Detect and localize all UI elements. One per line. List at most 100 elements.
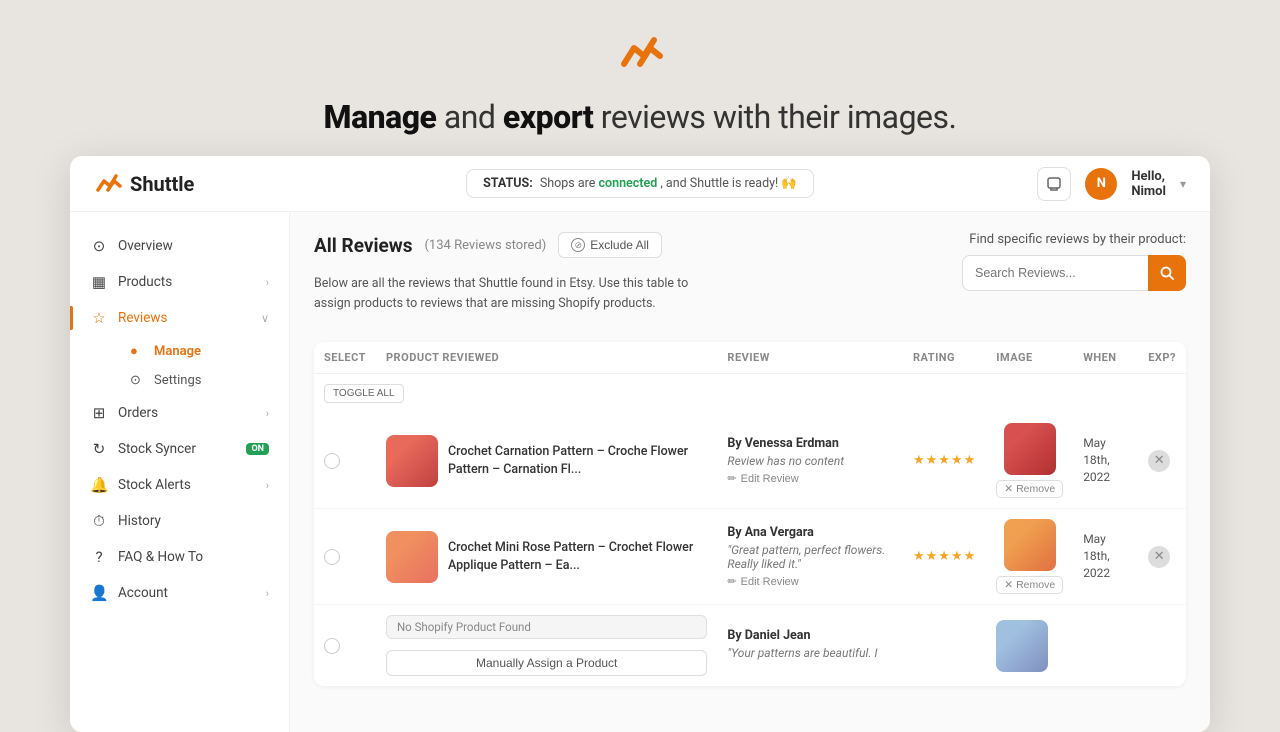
main-content: All Reviews (134 Reviews stored) ⊘ Exclu… (290, 212, 1210, 732)
sidebar-item-products[interactable]: ▦ Products › (70, 264, 289, 300)
sidebar-item-stock-syncer[interactable]: ↻ Stock Syncer ON (70, 431, 289, 467)
sidebar-label-reviews: Reviews (118, 310, 251, 326)
notification-icon (1046, 176, 1062, 192)
row3-exp (1138, 605, 1186, 687)
reviews-sub-menu: ● Manage ⊙ Settings (70, 336, 289, 395)
sidebar-label-history: History (118, 513, 269, 529)
sidebar-subitem-manage[interactable]: ● Manage (118, 336, 289, 366)
search-input[interactable] (962, 255, 1148, 291)
reviewer-1: By Venessa Erdman (727, 436, 893, 451)
reviews-header-left: All Reviews (134 Reviews stored) ⊘ Exclu… (314, 232, 714, 332)
header-logo: Shuttle (94, 170, 194, 198)
account-icon: 👤 (90, 584, 108, 602)
row2-product: Crochet Mini Rose Pattern – Crochet Flow… (376, 509, 717, 605)
radio-select-3[interactable] (324, 638, 340, 654)
sidebar-item-faq[interactable]: ? FAQ & How To (70, 539, 289, 575)
image-cell-2: ✕ Remove (996, 519, 1063, 594)
product-image-1 (386, 435, 438, 487)
search-area: Find specific reviews by their product: (962, 232, 1186, 291)
user-menu-chevron[interactable]: ▾ (1180, 177, 1186, 191)
reviews-header: All Reviews (134 Reviews stored) ⊘ Exclu… (314, 232, 714, 258)
radio-select-2[interactable] (324, 549, 340, 565)
image-cell-1: ✕ Remove (996, 423, 1063, 498)
row1-exp: ✕ (1138, 413, 1186, 509)
remove-x-icon-2: ✕ (1004, 579, 1013, 591)
row2-review: By Ana Vergara "Great pattern, perfect f… (717, 509, 903, 605)
image-thumb-1 (1004, 423, 1056, 475)
edit-pencil-icon-2: ✏ (727, 575, 736, 588)
sidebar-item-stock-alerts[interactable]: 🔔 Stock Alerts › (70, 467, 289, 503)
row2-image: ✕ Remove (986, 509, 1073, 605)
remove-circle-2[interactable]: ✕ (1148, 546, 1170, 568)
edit-review-button-1[interactable]: ✏ Edit Review (727, 472, 798, 485)
products-chevron: › (266, 276, 269, 289)
product-name-2: Crochet Mini Rose Pattern – Crochet Flow… (448, 539, 707, 574)
product-image-2 (386, 531, 438, 583)
image-thumb-3 (996, 620, 1048, 672)
sidebar-item-overview[interactable]: ⊙ Overview (70, 228, 289, 264)
remove-circle-1[interactable]: ✕ (1148, 450, 1170, 472)
shuttle-logo-icon (94, 170, 122, 198)
user-avatar: N (1085, 168, 1117, 200)
when-1: May 18th,2022 (1083, 435, 1128, 485)
orders-icon: ⊞ (90, 404, 108, 422)
review-text-3: "Your patterns are beautiful. I (727, 646, 893, 660)
sidebar-label-stock-syncer: Stock Syncer (118, 441, 232, 457)
toggle-all-cell: TOGGLE ALL (314, 374, 1186, 414)
row1-review: By Venessa Erdman Review has no content … (717, 413, 903, 509)
assign-product-button[interactable]: Manually Assign a Product (386, 650, 707, 676)
settings-icon: ⊙ (130, 373, 146, 388)
active-indicator (70, 306, 73, 330)
sidebar-item-account[interactable]: 👤 Account › (70, 575, 289, 611)
remove-image-button-2[interactable]: ✕ Remove (996, 576, 1063, 594)
row3-select (314, 605, 376, 687)
reviewer-3: By Daniel Jean (727, 628, 893, 643)
remove-image-button-1[interactable]: ✕ Remove (996, 480, 1063, 498)
sidebar-label-faq: FAQ & How To (118, 549, 269, 565)
app-window: Shuttle STATUS: Shops are connected , an… (70, 156, 1210, 732)
col-exp: EXP? (1138, 342, 1186, 374)
exclude-all-button[interactable]: ⊘ Exclude All (558, 232, 662, 258)
settings-label: Settings (154, 373, 201, 388)
col-select: SELECT (314, 342, 376, 374)
when-2: May 18th,2022 (1083, 531, 1128, 581)
app-body: ⊙ Overview ▦ Products › ☆ Reviews ∨ ● Ma… (70, 212, 1210, 732)
toggle-all-button[interactable]: TOGGLE ALL (324, 384, 404, 403)
row1-rating: ★★★★★ (903, 413, 986, 509)
greeting-hello: Hello, (1131, 169, 1165, 184)
notification-button[interactable] (1037, 167, 1071, 201)
reviews-count: (134 Reviews stored) (424, 238, 546, 253)
row2-rating: ★★★★★ (903, 509, 986, 605)
user-greeting: Hello, Nimol (1131, 169, 1166, 199)
edit-review-label-2: Edit Review (741, 576, 799, 588)
header-status-bar: STATUS: Shops are connected , and Shuttl… (466, 169, 814, 198)
row3-review: By Daniel Jean "Your patterns are beauti… (717, 605, 903, 687)
row2-when: May 18th,2022 (1073, 509, 1138, 605)
status-connected: connected (598, 176, 657, 191)
review-cell-2: By Ana Vergara "Great pattern, perfect f… (727, 525, 893, 588)
search-button[interactable] (1148, 255, 1186, 291)
top-area: All Reviews (134 Reviews stored) ⊘ Exclu… (314, 232, 1186, 332)
review-cell-3: By Daniel Jean "Your patterns are beauti… (727, 628, 893, 660)
faq-icon: ? (90, 548, 108, 566)
sidebar-item-history[interactable]: ⏱ History (70, 503, 289, 539)
sidebar-item-reviews[interactable]: ☆ Reviews ∨ (70, 300, 289, 336)
reviews-table: SELECT PRODUCT REVIEWED REVIEW RATING IM… (314, 342, 1186, 686)
manage-label: Manage (154, 344, 201, 359)
remove-label-2: Remove (1016, 579, 1055, 591)
exclude-all-label: Exclude All (590, 238, 649, 252)
no-product-badge: No Shopify Product Found (386, 615, 707, 639)
reviewer-2: By Ana Vergara (727, 525, 893, 540)
table-row: Crochet Mini Rose Pattern – Crochet Flow… (314, 509, 1186, 605)
radio-select-1[interactable] (324, 453, 340, 469)
row3-product: No Shopify Product Found Manually Assign… (376, 605, 717, 687)
row3-rating (903, 605, 986, 687)
row2-exp: ✕ (1138, 509, 1186, 605)
row2-select (314, 509, 376, 605)
reviews-icon: ☆ (90, 309, 108, 327)
sidebar-item-orders[interactable]: ⊞ Orders › (70, 395, 289, 431)
edit-review-button-2[interactable]: ✏ Edit Review (727, 575, 798, 588)
sidebar: ⊙ Overview ▦ Products › ☆ Reviews ∨ ● Ma… (70, 212, 290, 732)
status-label: STATUS: (483, 176, 533, 191)
sidebar-subitem-settings[interactable]: ⊙ Settings (118, 366, 289, 395)
